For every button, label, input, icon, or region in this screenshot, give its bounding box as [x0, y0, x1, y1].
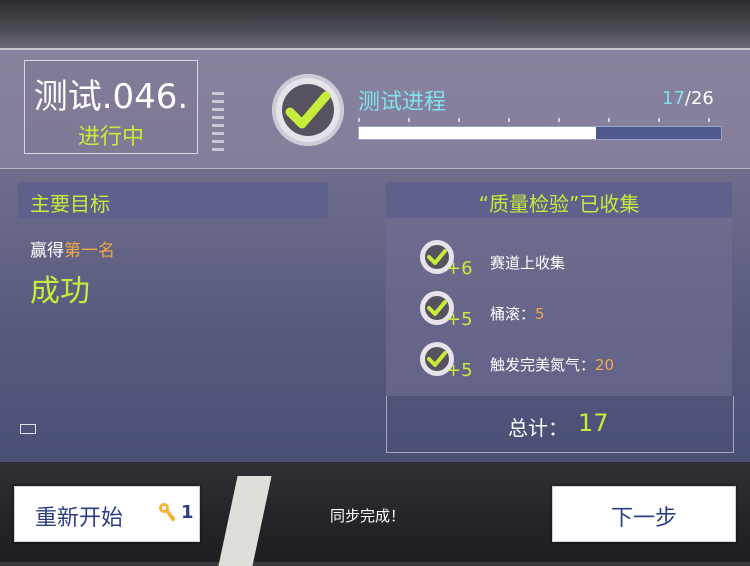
bonus-label-text: 桶滚：	[490, 305, 536, 323]
main-goal-header: 主要目标	[18, 182, 328, 218]
progress-total: /26	[684, 88, 714, 109]
total-label: 总计：	[508, 416, 568, 440]
main-goal-heading: 主要目标	[30, 192, 110, 216]
test-status: 进行中	[77, 125, 144, 150]
next-button[interactable]: 下一步	[552, 486, 736, 542]
progress-title: 测试进程	[358, 90, 447, 115]
bonus-points: +6	[446, 258, 473, 279]
bonus-points: +5	[446, 360, 473, 381]
objective-text: 赢得第一名	[30, 236, 115, 261]
progress-count: 17/26	[662, 88, 714, 109]
bonus-value: 20	[595, 356, 615, 374]
background-top	[0, 0, 750, 48]
bonus-label: 赛道上收集	[490, 252, 565, 273]
bonus-header: “质量检验”已收集	[386, 182, 732, 218]
key-icon	[157, 502, 177, 528]
progress-bar-fill	[359, 127, 596, 139]
bonus-heading: “质量检验”已收集	[478, 192, 640, 216]
bonus-value: 5	[535, 305, 545, 323]
bonus-label-text: 触发完美氮气：	[490, 356, 596, 374]
bonus-label-text: 赛道上收集	[490, 254, 566, 272]
sync-status: 同步完成！	[330, 507, 406, 525]
total-value: 17	[578, 409, 609, 437]
decorative-bars	[212, 92, 224, 152]
bonus-label: 触发完美氮气：20	[490, 354, 614, 375]
bonus-label: 桶滚：5	[490, 303, 545, 324]
progress-check-icon	[272, 74, 344, 146]
bonus-points: +5	[446, 309, 473, 330]
objective-result: 成功	[30, 274, 90, 309]
next-label: 下一步	[610, 506, 677, 531]
progress-current: 17	[662, 88, 685, 109]
restart-label: 重新开始	[35, 506, 124, 531]
progress-bar	[358, 126, 722, 140]
test-id-box: 测试.046. 进行中	[24, 60, 198, 154]
progress-ticks	[358, 118, 720, 122]
restart-key-count: 1	[181, 502, 194, 523]
restart-button[interactable]: 重新开始 1	[14, 486, 200, 542]
bonus-item: +5 触发完美氮气：20	[420, 342, 720, 382]
objective-highlight: 第一名	[64, 241, 115, 261]
small-indicator	[20, 424, 36, 434]
bonus-item: +5 桶滚：5	[420, 291, 720, 331]
test-id: 测试.046.	[33, 77, 189, 117]
bonus-item: +6 赛道上收集	[420, 240, 720, 280]
objective-prefix: 赢得	[30, 241, 64, 261]
